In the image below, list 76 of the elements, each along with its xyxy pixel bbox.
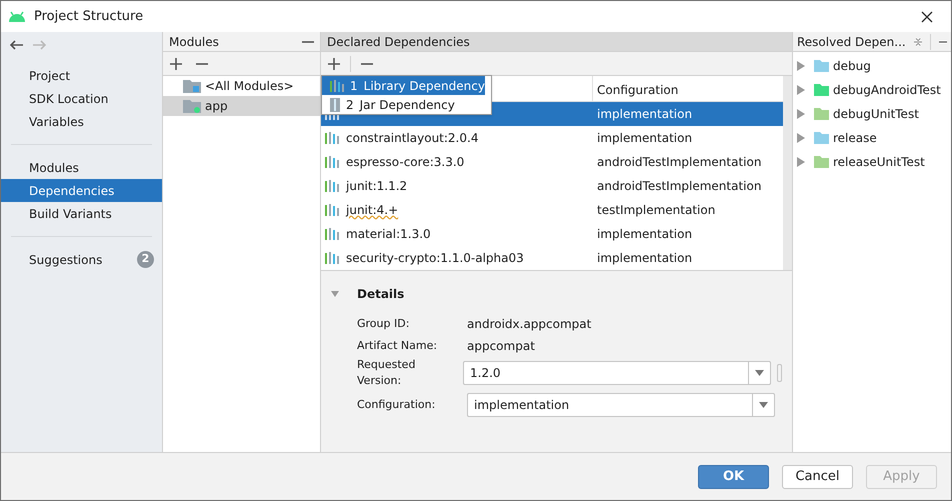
- field-value: androidx.appcompat: [467, 316, 592, 333]
- library-icon: [325, 156, 339, 168]
- panel-title: Modules: [169, 34, 220, 50]
- dependency-row[interactable]: junit:1.1.2 androidTestImplementation: [321, 174, 783, 198]
- panel-title: Resolved Depen...: [797, 34, 906, 50]
- expand-triangle-icon[interactable]: [797, 109, 805, 119]
- sidebar-item[interactable]: Modules: [1, 156, 162, 179]
- count-badge: 2: [137, 251, 154, 268]
- panel-title: Declared Dependencies: [327, 34, 470, 50]
- field-label: Artifact Name:: [357, 338, 438, 354]
- dependency-name: junit:4.+: [346, 202, 398, 219]
- dropdown-caret-icon[interactable]: [759, 402, 768, 408]
- collapse-triangle-icon[interactable]: [331, 289, 339, 299]
- sidebar-item[interactable]: SDK Location: [1, 87, 162, 110]
- add-icon[interactable]: [170, 58, 182, 70]
- configuration-cell-text: androidTestImplementation: [597, 178, 762, 195]
- collapse-all-icon[interactable]: [914, 36, 922, 48]
- dependency-name: constraintlayout:2.0.4: [346, 130, 478, 147]
- field-label: Group ID:: [357, 316, 410, 332]
- back-arrow-icon[interactable]: [9, 40, 23, 50]
- expand-triangle-icon[interactable]: [797, 61, 805, 71]
- library-icon: [325, 180, 339, 192]
- column-header[interactable]: Configuration: [593, 76, 678, 101]
- resize-handle[interactable]: [777, 364, 782, 382]
- sidebar-item[interactable]: Project: [1, 64, 162, 87]
- configuration-cell-text: implementation: [597, 226, 692, 243]
- library-icon: [325, 252, 339, 264]
- combo-box[interactable]: 1.2.0: [463, 361, 771, 385]
- library-icon: [330, 80, 344, 92]
- dropdown-caret-icon[interactable]: [755, 370, 764, 376]
- module-item[interactable]: <All Modules>: [163, 76, 320, 96]
- variant-label[interactable]: release: [833, 129, 877, 147]
- configuration-cell-text: implementation: [597, 130, 692, 147]
- variant-label[interactable]: releaseUnitTest: [833, 153, 925, 171]
- dialog-button[interactable]: OK: [698, 464, 769, 488]
- expand-triangle-icon[interactable]: [797, 157, 805, 167]
- sidebar-item[interactable]: Build Variants: [1, 202, 162, 225]
- window-title: Project Structure: [34, 8, 144, 26]
- dependency-name: material:1.3.0: [346, 226, 431, 243]
- jar-file-icon: [330, 98, 340, 112]
- field-value: appcompat: [467, 338, 535, 355]
- dependency-row[interactable]: junit:4.+ testImplementation: [321, 198, 783, 222]
- combo-box[interactable]: implementation: [467, 393, 775, 417]
- configuration-cell-text: androidTestImplementation: [597, 154, 762, 171]
- library-icon: [325, 228, 339, 240]
- close-icon[interactable]: [921, 10, 933, 22]
- android-logo-icon: [8, 11, 26, 22]
- sidebar-item[interactable]: Dependencies: [1, 179, 162, 202]
- configuration-cell-text: testImplementation: [597, 202, 716, 219]
- dependency-name: security-crypto:1.1.0-alpha03: [346, 250, 524, 267]
- add-icon[interactable]: [328, 58, 340, 70]
- folder-icon: [183, 99, 201, 113]
- dependency-row[interactable]: security-crypto:1.1.0-alpha03 implementation: [321, 246, 783, 270]
- library-icon: [325, 204, 339, 216]
- sidebar-item[interactable]: Variables: [1, 110, 162, 133]
- menu-item[interactable]: 1 Library Dependency: [322, 76, 485, 95]
- variant-label[interactable]: debugAndroidTest: [833, 81, 941, 99]
- dependency-name: espresso-core:3.3.0: [346, 154, 464, 171]
- dependency-name: junit:1.1.2: [346, 178, 408, 195]
- configuration-cell-text: implementation: [597, 106, 692, 123]
- sidebar-item[interactable]: Suggestions 2: [1, 248, 162, 271]
- dialog-button[interactable]: Cancel: [782, 464, 853, 488]
- variant-label[interactable]: debug: [833, 57, 871, 75]
- library-icon: [325, 132, 339, 144]
- variant-label[interactable]: debugUnitTest: [833, 105, 919, 123]
- section-title: Details: [357, 286, 404, 303]
- field-label: Configuration:: [357, 396, 436, 413]
- folder-icon: [183, 79, 201, 93]
- field-label: Requested Version:: [357, 356, 416, 389]
- expand-triangle-icon[interactable]: [797, 133, 805, 143]
- dependency-row[interactable]: espresso-core:3.3.0 androidTestImplementation: [321, 150, 783, 174]
- module-item[interactable]: app: [163, 96, 320, 116]
- dependency-row[interactable]: material:1.3.0 implementation: [321, 222, 783, 246]
- configuration-cell-text: implementation: [597, 250, 692, 267]
- expand-triangle-icon[interactable]: [797, 85, 805, 95]
- dependency-row[interactable]: constraintlayout:2.0.4 implementation: [321, 126, 783, 150]
